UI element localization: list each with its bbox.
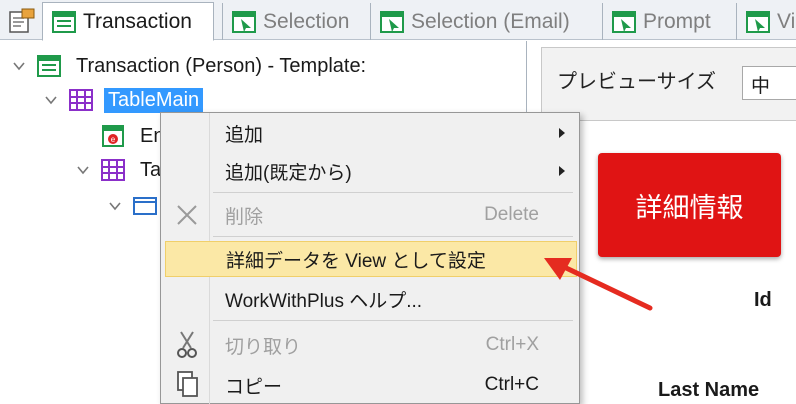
tab-selection[interactable]: Selection — [222, 3, 370, 40]
field-label-last-name: Last Name — [658, 379, 760, 401]
table-icon — [69, 89, 93, 111]
error-viewer-icon: e — [102, 125, 124, 147]
tab-transaction[interactable]: Transaction — [42, 2, 214, 41]
menu-item-label: 切り取り — [225, 336, 302, 358]
menu-item-workwithplus-help[interactable]: WorkWithPlus ヘルプ... — [165, 281, 577, 317]
menu-item-shortcut: Ctrl+C — [484, 374, 539, 395]
preview-size-label: プレビューサイズ — [557, 71, 716, 93]
menu-item-shortcut: Ctrl+X — [485, 334, 539, 355]
menu-item-label: 詳細データを View として設定 — [226, 250, 486, 272]
scissors-icon — [165, 327, 209, 363]
menu-separator — [213, 192, 573, 193]
selection-icon — [380, 10, 404, 33]
menu-item-label: 追加 — [225, 124, 264, 146]
tree-node-label: TableMain — [104, 87, 204, 113]
menu-item-set-detail-as-view[interactable]: 詳細データを View として設定 — [165, 241, 577, 277]
menu-separator — [213, 320, 573, 321]
menu-item-label: 削除 — [225, 206, 264, 228]
menu-item-delete[interactable]: 削除 Delete — [165, 197, 577, 233]
table-icon — [101, 159, 125, 181]
detail-info-button[interactable]: 詳細情報 — [598, 153, 781, 257]
tree-node-container[interactable] — [108, 191, 168, 221]
menu-item-shortcut: Delete — [484, 204, 539, 225]
menu-item-add-from-default[interactable]: 追加(既定から) — [165, 153, 577, 189]
transaction-icon — [52, 10, 76, 33]
menu-item-label: コピー — [225, 376, 283, 398]
tree-node-root[interactable]: Transaction (Person) - Template: — [12, 51, 370, 81]
document-tab-strip: Transaction Selection Selection (Email) … — [0, 0, 796, 41]
chevron-down-icon[interactable] — [44, 93, 58, 107]
tab-label: Selection (Email) — [411, 9, 570, 33]
tab-label: Vi — [777, 9, 796, 33]
menu-item-copy[interactable]: コピー Ctrl+C — [165, 367, 577, 403]
tab-prompt[interactable]: Prompt — [602, 3, 734, 40]
tree-node-error-viewer[interactable]: e En — [100, 121, 168, 151]
menu-separator — [213, 236, 573, 237]
tree-node-table[interactable]: Ta — [76, 155, 165, 185]
annotation-arrow-icon — [544, 258, 653, 311]
tab-label: Selection — [263, 9, 350, 33]
submenu-arrow-icon — [559, 166, 565, 176]
tab-label: Prompt — [643, 9, 711, 33]
transaction-icon — [37, 55, 61, 77]
menu-item-add[interactable]: 追加 — [165, 115, 577, 151]
tab-view[interactable]: Vi — [736, 3, 796, 40]
prompt-icon — [612, 10, 636, 33]
delete-icon — [165, 197, 209, 233]
view-icon — [746, 10, 770, 33]
chevron-down-icon[interactable] — [12, 59, 26, 73]
selection-icon — [232, 10, 256, 33]
tree-node-label: Transaction (Person) - Template: — [76, 54, 367, 77]
properties-icon[interactable] — [4, 5, 40, 37]
menu-item-label: WorkWithPlus ヘルプ... — [225, 290, 423, 312]
tab-label: Transaction — [83, 9, 192, 33]
menu-item-label: 追加(既定から) — [225, 162, 352, 184]
preview-size-select[interactable]: 中 — [742, 66, 796, 100]
menu-item-cut[interactable]: 切り取り Ctrl+X — [165, 327, 577, 363]
chevron-down-icon[interactable] — [76, 163, 90, 177]
field-label-id: Id — [754, 289, 772, 311]
container-icon — [133, 197, 157, 215]
submenu-arrow-icon — [559, 128, 565, 138]
svg-text:e: e — [111, 135, 116, 144]
chevron-down-icon[interactable] — [108, 199, 122, 213]
context-menu: 追加 追加(既定から) 削除 Delete 詳細データを View として設定 … — [160, 112, 580, 404]
tab-selection-email[interactable]: Selection (Email) — [370, 3, 602, 40]
tree-node-tablemain[interactable]: TableMain — [44, 85, 204, 115]
copy-icon — [165, 367, 209, 403]
